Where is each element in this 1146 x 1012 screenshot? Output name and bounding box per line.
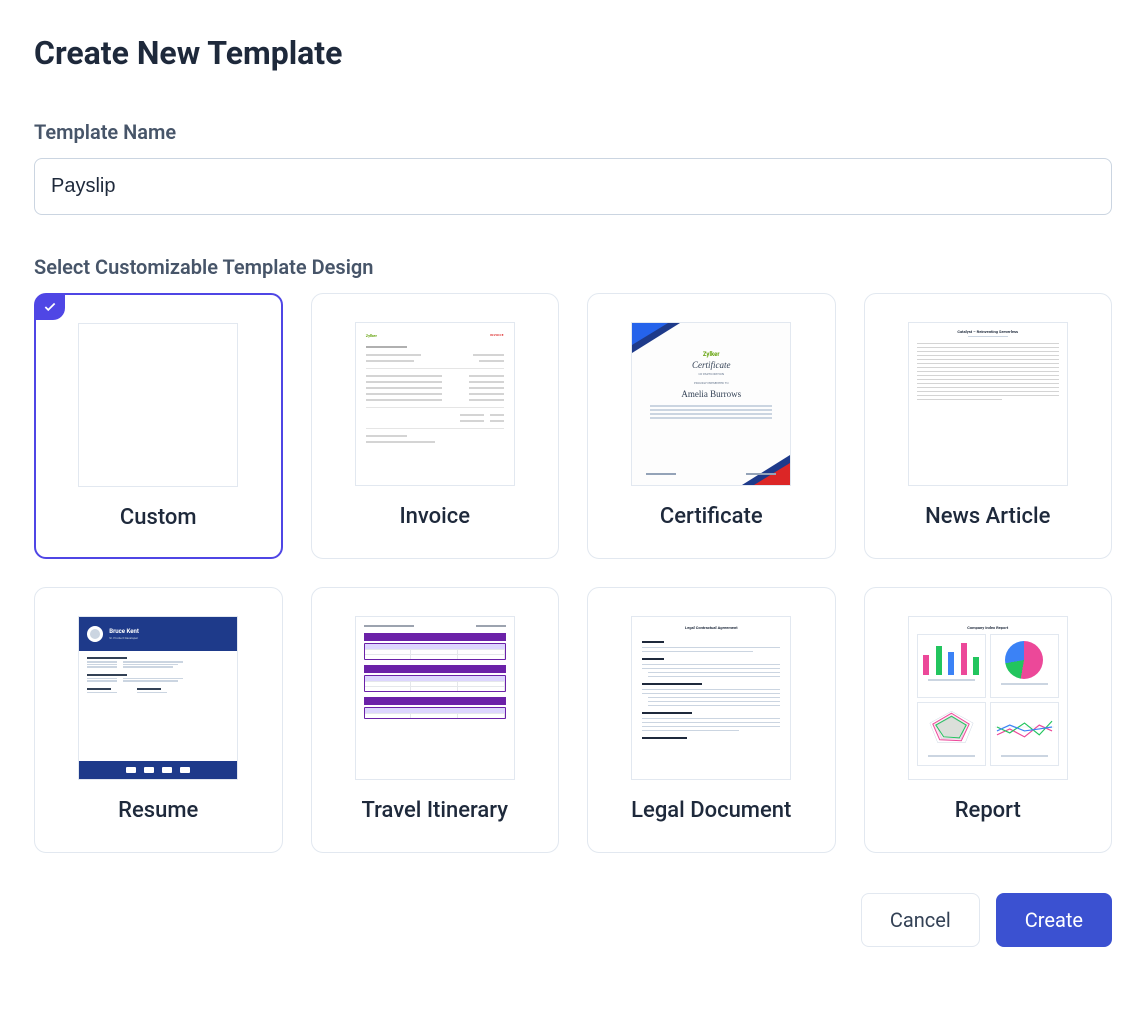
- thumb-invoice-badge: INVOICE: [490, 333, 504, 338]
- thumb-cert-sub: OF PARTICIPATION: [632, 372, 790, 376]
- template-thumbnail-certificate: Zylker Certificate OF PARTICIPATION PROU…: [631, 322, 791, 486]
- cancel-button[interactable]: Cancel: [861, 893, 980, 947]
- template-card-invoice[interactable]: Zylker INVOICE Invoice: [311, 293, 560, 559]
- thumb-invoice-logo: Zylker: [366, 333, 377, 338]
- template-label: Custom: [120, 505, 197, 530]
- template-design-grid: Custom Zylker INVOICE Invoice: [34, 293, 1112, 853]
- template-name-label: Template Name: [34, 120, 1112, 144]
- thumb-cert-presented: PROUDLY PRESENTED TO: [632, 381, 790, 385]
- thumb-news-title: Catalyst – Reinventing Serverless: [917, 329, 1059, 334]
- template-thumbnail-report: Company Index Report: [908, 616, 1068, 780]
- template-thumbnail-invoice: Zylker INVOICE: [355, 322, 515, 486]
- template-card-news-article[interactable]: Catalyst – Reinventing Serverless News A…: [864, 293, 1113, 559]
- thumb-cert-name: Amelia Burrows: [632, 389, 790, 399]
- template-thumbnail-resume: Bruce Kent Sr. Product Developer: [78, 616, 238, 780]
- template-card-report[interactable]: Company Index Report: [864, 587, 1113, 853]
- template-thumbnail-itinerary: [355, 616, 515, 780]
- template-card-legal-document[interactable]: Legal Contractual Agreement Legal Docume…: [587, 587, 836, 853]
- template-card-certificate[interactable]: Zylker Certificate OF PARTICIPATION PROU…: [587, 293, 836, 559]
- thumb-legal-title: Legal Contractual Agreement: [642, 625, 780, 630]
- template-label: Legal Document: [631, 798, 791, 823]
- create-button[interactable]: Create: [996, 893, 1112, 947]
- template-label: Certificate: [660, 504, 763, 529]
- template-thumbnail-custom: [78, 323, 238, 487]
- selected-badge: [35, 294, 65, 320]
- template-label: Travel Itinerary: [361, 798, 508, 823]
- template-label: Report: [955, 798, 1021, 823]
- thumb-cert-logo: Zylker: [632, 351, 790, 358]
- template-label: Resume: [118, 798, 198, 823]
- thumb-cert-title: Certificate: [632, 360, 790, 370]
- template-thumbnail-legal: Legal Contractual Agreement: [631, 616, 791, 780]
- thumb-resume-role: Sr. Product Developer: [109, 636, 139, 640]
- template-thumbnail-news: Catalyst – Reinventing Serverless: [908, 322, 1068, 486]
- template-card-custom[interactable]: Custom: [34, 293, 283, 559]
- page-title: Create New Template: [34, 34, 1112, 72]
- check-icon: [43, 300, 57, 314]
- dialog-actions: Cancel Create: [34, 893, 1112, 947]
- template-card-travel-itinerary[interactable]: Travel Itinerary: [311, 587, 560, 853]
- template-name-input[interactable]: [34, 158, 1112, 215]
- template-card-resume[interactable]: Bruce Kent Sr. Product Developer: [34, 587, 283, 853]
- template-design-label: Select Customizable Template Design: [34, 255, 1112, 279]
- thumb-report-title: Company Index Report: [917, 625, 1059, 630]
- template-label: Invoice: [399, 504, 470, 529]
- thumb-resume-name: Bruce Kent: [109, 628, 139, 635]
- template-label: News Article: [925, 504, 1050, 529]
